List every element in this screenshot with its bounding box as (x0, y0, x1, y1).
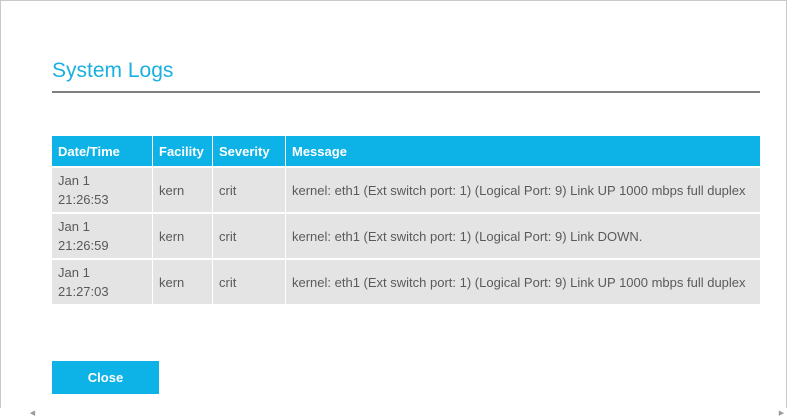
header-date-time: Date/Time (52, 136, 153, 167)
table-row: Jan 1 21:26:53 kern crit kernel: eth1 (E… (52, 166, 760, 213)
cell-date: Jan 1 (58, 173, 90, 188)
cell-date-time: Jan 1 21:26:59 (52, 212, 153, 259)
title-divider (52, 91, 760, 93)
system-logs-panel: System Logs Date/Time Facility Severity … (52, 56, 760, 304)
cell-message: kernel: eth1 (Ext switch port: 1) (Logic… (285, 258, 760, 304)
scroll-right-arrow-icon[interactable]: ▶ (777, 408, 786, 419)
cell-time: 21:26:59 (58, 238, 109, 253)
logs-table: Date/Time Facility Severity Message Jan … (52, 136, 760, 304)
close-button[interactable]: Close (52, 361, 159, 394)
cell-time: 21:27:03 (58, 284, 109, 299)
cell-facility: kern (152, 258, 213, 304)
scroll-left-arrow-icon[interactable]: ◀ (28, 408, 37, 419)
table-header-row: Date/Time Facility Severity Message (52, 136, 760, 167)
cell-severity: crit (212, 166, 286, 213)
cell-facility: kern (152, 212, 213, 259)
header-severity: Severity (212, 136, 286, 167)
cell-date: Jan 1 (58, 265, 90, 280)
horizontal-scrollbar[interactable]: ◀ ▶ (0, 408, 787, 419)
page-title: System Logs (52, 59, 174, 82)
header-message: Message (285, 136, 760, 167)
table-row: Jan 1 21:26:59 kern crit kernel: eth1 (E… (52, 212, 760, 259)
cell-time: 21:26:53 (58, 192, 109, 207)
cell-date-time: Jan 1 21:27:03 (52, 258, 153, 304)
cell-message: kernel: eth1 (Ext switch port: 1) (Logic… (285, 212, 760, 259)
cell-message: kernel: eth1 (Ext switch port: 1) (Logic… (285, 166, 760, 213)
cell-date: Jan 1 (58, 219, 90, 234)
table-row: Jan 1 21:27:03 kern crit kernel: eth1 (E… (52, 258, 760, 304)
cell-severity: crit (212, 212, 286, 259)
cell-facility: kern (152, 166, 213, 213)
header-facility: Facility (152, 136, 213, 167)
cell-severity: crit (212, 258, 286, 304)
cell-date-time: Jan 1 21:26:53 (52, 166, 153, 213)
